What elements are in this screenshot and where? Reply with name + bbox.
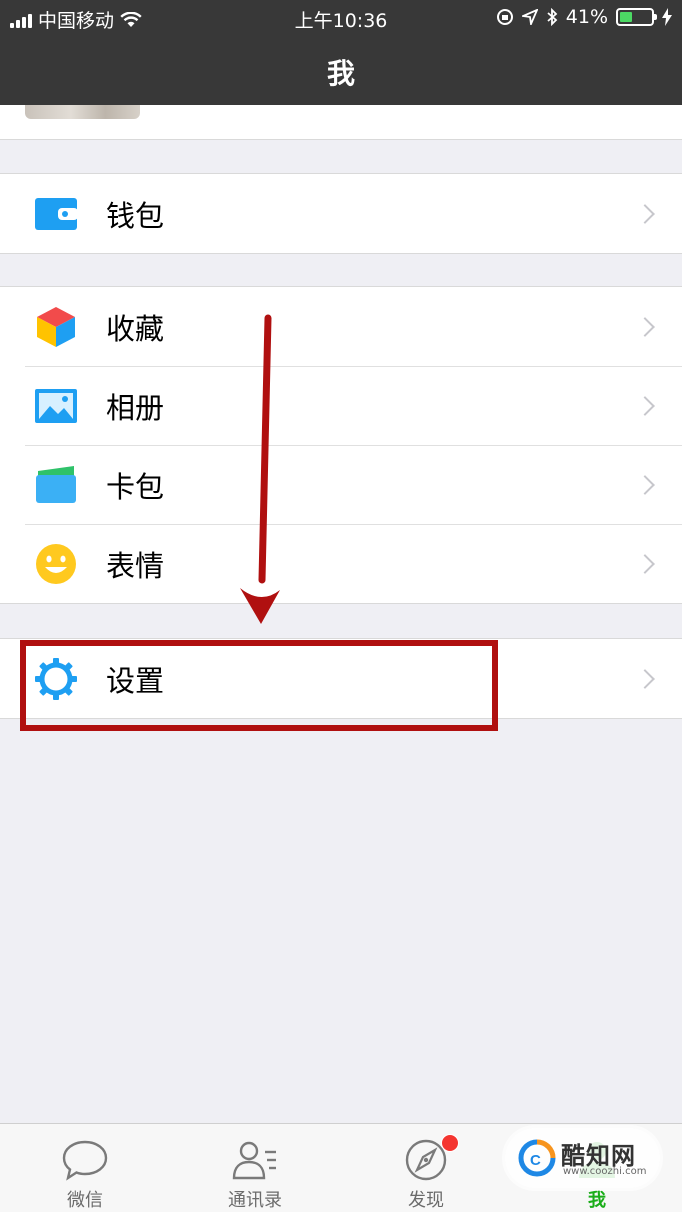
bluetooth-icon — [547, 8, 558, 26]
chevron-right-icon — [635, 395, 655, 416]
tab-chats[interactable]: 微信 — [0, 1124, 170, 1212]
chat-bubble-icon — [62, 1140, 108, 1181]
cube-icon — [37, 306, 75, 347]
watermark: C 酷知网 www.coozhi.com — [505, 1128, 660, 1188]
tab-label: 通讯录 — [228, 1190, 282, 1211]
status-bar: 中国移动 上午10:36 41% — [0, 0, 682, 36]
battery-percent: 41% — [565, 6, 608, 28]
battery-icon — [616, 8, 657, 26]
tab-label: 发现 — [408, 1190, 444, 1211]
wallet-icon — [35, 197, 78, 230]
photo-album-icon — [35, 388, 77, 423]
top-bar: 中国移动 上午10:36 41% 我 — [0, 0, 682, 105]
watermark-logo-icon: C — [518, 1139, 556, 1177]
profile-card[interactable] — [0, 105, 682, 140]
contacts-icon — [232, 1141, 276, 1180]
tab-discover[interactable]: 发现 — [341, 1124, 511, 1212]
menu-item-cards[interactable]: 卡包 — [0, 445, 682, 524]
menu-item-label: 表情 — [106, 548, 165, 583]
menu-item-label: 相册 — [106, 390, 165, 425]
chevron-right-icon — [635, 316, 655, 337]
tab-label: 我 — [588, 1190, 606, 1211]
avatar — [25, 105, 140, 119]
smiley-icon — [36, 543, 76, 584]
annotation-arrow-icon — [240, 314, 280, 624]
chevron-right-icon — [635, 203, 655, 224]
chevron-right-icon — [635, 474, 655, 495]
card-wallet-icon — [36, 465, 76, 503]
watermark-url: www.coozhi.com — [563, 1166, 647, 1177]
location-arrow-icon — [521, 9, 538, 25]
notification-badge — [441, 1134, 459, 1152]
charging-bolt-icon — [662, 8, 672, 26]
tab-label: 微信 — [67, 1190, 103, 1211]
page-title: 我 — [326, 57, 355, 90]
menu-item-album[interactable]: 相册 — [0, 366, 682, 445]
rotation-lock-icon — [496, 9, 513, 25]
chevron-right-icon — [635, 553, 655, 574]
menu-item-favorites[interactable]: 收藏 — [0, 287, 682, 366]
menu-item-stickers[interactable]: 表情 — [0, 524, 682, 603]
menu-item-label: 钱包 — [106, 198, 165, 233]
svg-text:C: C — [530, 1152, 541, 1169]
menu-item-label: 卡包 — [106, 469, 165, 504]
wallet-group: 钱包 — [0, 173, 682, 254]
menu-item-label: 收藏 — [106, 311, 165, 346]
tab-contacts[interactable]: 通讯录 — [170, 1124, 340, 1212]
annotation-highlight-box — [20, 640, 498, 731]
menu-item-wallet[interactable]: 钱包 — [0, 174, 682, 253]
collections-group: 收藏 相册 卡包 表情 — [0, 286, 682, 604]
chevron-right-icon — [635, 668, 655, 689]
